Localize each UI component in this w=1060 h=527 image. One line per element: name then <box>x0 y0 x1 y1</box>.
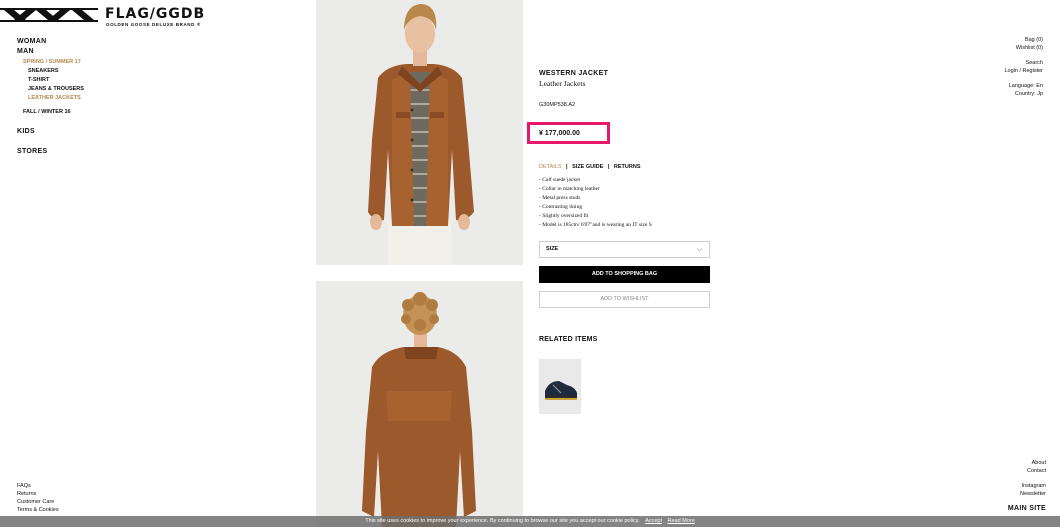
country-selector[interactable]: Country: Jp <box>1004 90 1043 98</box>
model-front-illustration <box>316 0 523 265</box>
nav-man[interactable]: MAN <box>17 47 197 57</box>
right-navigation: Bag (0) Wishlist (0) Search Login / Regi… <box>1004 36 1043 98</box>
wishlist-link[interactable]: Wishlist (0) <box>1004 44 1043 52</box>
main-site-link[interactable]: MAIN SITE <box>1008 505 1046 512</box>
bag-link[interactable]: Bag (0) <box>1004 36 1043 44</box>
tab-separator: | <box>607 164 610 170</box>
product-info-panel: WESTERN JACKET Leather Jackets G30MP538.… <box>527 70 711 414</box>
brand-logo[interactable]: FLAG/GGDB GOLDEN GOOSE DELUXE BRAND ® <box>0 5 210 27</box>
footer-link-faqs[interactable]: FAQs <box>17 482 59 490</box>
product-code: G30MP538.A2 <box>539 102 576 108</box>
tab-details[interactable]: DETAILS <box>539 164 562 170</box>
nav-season-fw16[interactable]: FALL / WINTER 16 <box>23 108 197 117</box>
product-photo-front[interactable] <box>316 0 523 265</box>
size-dropdown[interactable]: SIZE ⌵ <box>539 241 710 258</box>
add-to-wishlist-button[interactable]: ADD TO WISHLIST <box>539 291 710 308</box>
newsletter-link[interactable]: Newsletter <box>1020 490 1046 498</box>
footer-link-returns[interactable]: Returns <box>17 490 59 498</box>
left-footer-links: FAQs Returns Customer Care Terms & Cooki… <box>17 482 59 514</box>
tab-returns[interactable]: RETURNS <box>614 164 641 170</box>
left-navigation: WOMAN MAN SPRING / SUMMER 17 SNEAKERS T-… <box>17 37 197 157</box>
list-item: - Model is 185cm/ 6'07"and is wearing an… <box>539 222 652 228</box>
list-item: - Metal press studs <box>539 195 581 201</box>
tab-size-guide[interactable]: SIZE GUIDE <box>572 164 603 170</box>
product-details-list: - Calf suede jacket - Collar in matching… <box>539 176 652 230</box>
about-link[interactable]: About <box>1020 459 1046 467</box>
footer-link-terms-cookies[interactable]: Terms & Cookies <box>17 506 59 514</box>
right-footer-links: About Contact Instagram Newsletter <box>1020 459 1046 498</box>
product-photo-back[interactable] <box>316 281 523 527</box>
instagram-link[interactable]: Instagram <box>1020 482 1046 490</box>
nav-stores[interactable]: STORES <box>17 147 197 157</box>
nav-sub-tshirt[interactable]: T-SHIRT <box>28 76 197 85</box>
list-item: - Contrasting lining <box>539 204 583 210</box>
nav-sub-leather-jackets[interactable]: LEATHER JACKETS <box>28 94 197 103</box>
product-price: ¥ 177,000.00 <box>539 130 580 137</box>
add-to-bag-button[interactable]: ADD TO SHOPPING BAG <box>539 266 710 283</box>
list-item: - Calf suede jacket <box>539 177 581 183</box>
nav-woman[interactable]: WOMAN <box>17 37 197 47</box>
list-item: - Slightly oversized fit <box>539 213 589 219</box>
login-register-link[interactable]: Login / Register <box>1004 67 1043 75</box>
nav-sub-sneakers[interactable]: SNEAKERS <box>28 67 197 76</box>
related-item-thumbnail[interactable] <box>539 359 581 414</box>
search-link[interactable]: Search <box>1004 59 1043 67</box>
cookie-consent-bar: This site uses cookies to improve your e… <box>0 516 1060 527</box>
size-dropdown-label: SIZE <box>546 246 559 252</box>
cookie-message: This site uses cookies to improve your e… <box>365 518 640 524</box>
product-name: WESTERN JACKET <box>539 70 609 77</box>
logo-stripes-icon <box>0 8 98 22</box>
product-category: Leather Jackets <box>539 79 586 88</box>
cookie-read-more-link[interactable]: Read More <box>668 518 695 524</box>
related-items-title: RELATED ITEMS <box>539 336 598 343</box>
footer-link-customer-care[interactable]: Customer Care <box>17 498 59 506</box>
nav-season-ss17[interactable]: SPRING / SUMMER 17 <box>23 58 197 67</box>
brand-subline: GOLDEN GOOSE DELUXE BRAND ® <box>106 22 201 27</box>
contact-link[interactable]: Contact <box>1020 467 1046 475</box>
chevron-down-icon: ⌵ <box>696 246 702 253</box>
tab-separator: | <box>566 164 568 170</box>
model-back-illustration <box>316 281 523 527</box>
product-tabs: DETAILS | SIZE GUIDE | RETURNS <box>539 164 641 170</box>
nav-kids[interactable]: KIDS <box>17 127 197 137</box>
brand-wordmark: FLAG/GGDB <box>105 6 206 22</box>
list-item: - Collar in matching leather <box>539 186 600 192</box>
sneaker-image <box>539 359 581 414</box>
nav-sub-jeans-trousers[interactable]: JEANS & TROUSERS <box>28 85 197 94</box>
cookie-accept-link[interactable]: Accept <box>645 518 662 524</box>
language-selector[interactable]: Language: En <box>1004 82 1043 90</box>
